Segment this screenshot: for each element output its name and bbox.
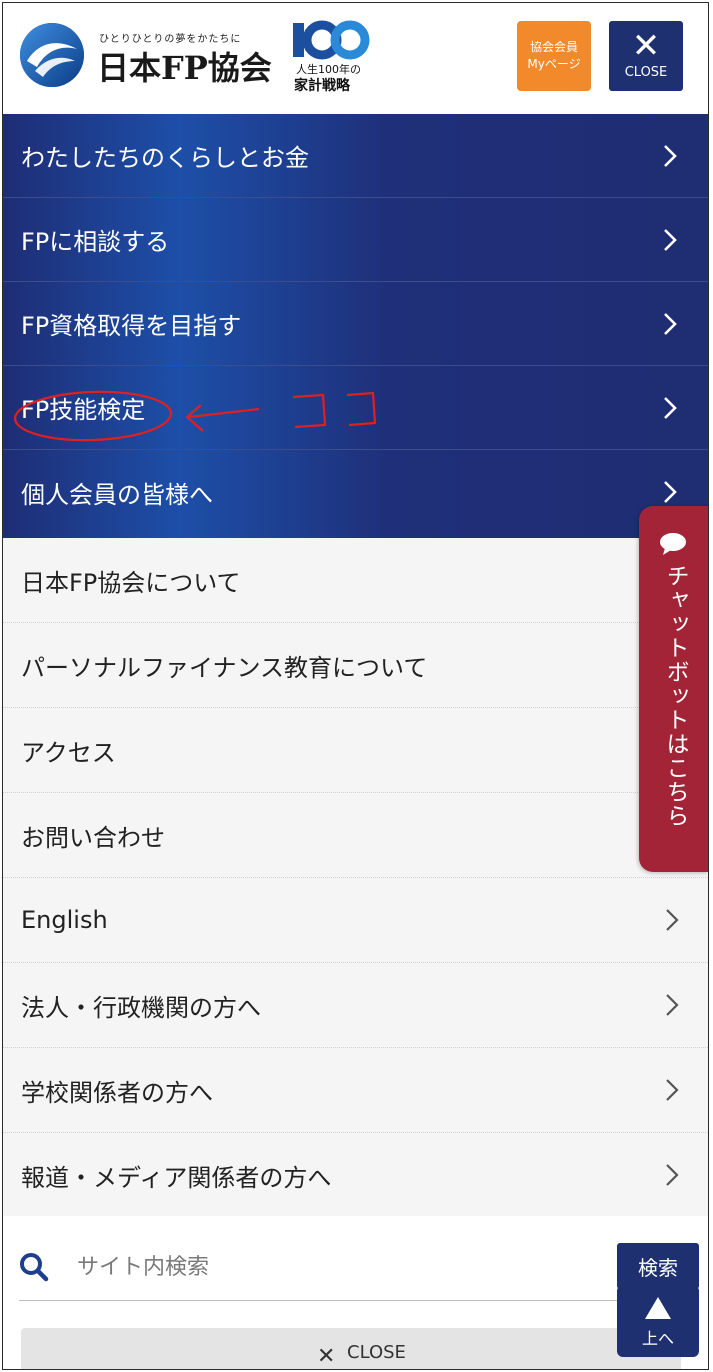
- search-underline: [19, 1300, 687, 1301]
- nav-item-label: 個人会員の皆様へ: [21, 480, 213, 509]
- nav-item-qualification[interactable]: FP資格取得を目指す: [3, 282, 708, 366]
- secondary-nav: 日本FP協会について パーソナルファイナンス教育について アクセス お問い合わせ…: [3, 538, 708, 1218]
- member-btn-line2: Myページ: [527, 57, 581, 71]
- chevron-right-icon: [664, 144, 677, 167]
- chevron-right-icon: [666, 1164, 679, 1186]
- chevron-right-icon: [666, 909, 679, 931]
- bottom-close-label: CLOSE: [347, 1342, 406, 1363]
- chevron-right-icon: [664, 228, 677, 251]
- nav-item-label: English: [21, 906, 108, 934]
- chevron-right-icon: [666, 994, 679, 1016]
- search-input[interactable]: [75, 1246, 599, 1288]
- nav-item-media[interactable]: 報道・メディア関係者の方へ: [3, 1133, 708, 1218]
- member-mypage-button[interactable]: 協会会員 Myページ: [517, 21, 591, 91]
- fp-association-logo-icon[interactable]: [17, 21, 87, 89]
- chevron-right-icon: [664, 481, 677, 503]
- nav-item-kurashi[interactable]: わたしたちのくらしとお金: [3, 114, 708, 198]
- close-menu-button[interactable]: ✕ CLOSE: [609, 21, 683, 91]
- nav-item-access[interactable]: アクセス: [3, 708, 708, 793]
- chevron-right-icon: [664, 396, 677, 419]
- close-label: CLOSE: [624, 65, 668, 80]
- nav-item-label: FP資格取得を目指す: [21, 312, 242, 340]
- search-button[interactable]: 検索: [617, 1243, 699, 1289]
- nav-item-label: 日本FP協会について: [21, 568, 241, 597]
- up-arrow-icon: [645, 1297, 671, 1319]
- chatbot-tab[interactable]: チャットボットはこちら: [639, 506, 708, 872]
- nav-item-label: アクセス: [21, 738, 116, 767]
- close-icon: ✕: [631, 26, 661, 66]
- nav-item-consult[interactable]: FPに相談する: [3, 198, 708, 282]
- back-to-top-button[interactable]: 上へ: [617, 1285, 699, 1357]
- chevron-right-icon: [664, 312, 677, 335]
- nav-item-label: 報道・メディア関係者の方へ: [21, 1163, 332, 1192]
- nav-item-members[interactable]: 個人会員の皆様へ: [3, 450, 708, 534]
- nav-item-education[interactable]: パーソナルファイナンス教育について: [3, 623, 708, 708]
- nav-item-school[interactable]: 学校関係者の方へ: [3, 1048, 708, 1133]
- nav-item-label: わたしたちのくらしとお金: [21, 144, 309, 172]
- header: ひとりひとりの夢をかたちに 日本FP協会 人生100年の 家計戦略 協会会員 M…: [3, 3, 708, 114]
- nav-item-label: FPに相談する: [21, 228, 170, 256]
- nav-item-skill-test[interactable]: FP技能検定: [3, 366, 708, 450]
- nav-item-corporate[interactable]: 法人・行政機関の方へ: [3, 963, 708, 1048]
- nav-item-contact[interactable]: お問い合わせ: [3, 793, 708, 878]
- chatbot-label: チャットボットはこちら: [662, 564, 688, 828]
- nav-item-label: お問い合わせ: [21, 823, 165, 852]
- nav-item-label: 学校関係者の方へ: [21, 1078, 213, 1107]
- site-search: 検索: [3, 1216, 708, 1316]
- primary-nav: わたしたちのくらしとお金 FPに相談する FP資格取得を目指す FP技能検定 個…: [3, 114, 708, 538]
- close-icon: ✕: [317, 1344, 336, 1369]
- search-icon: [20, 1253, 49, 1282]
- nav-item-label: FP技能検定: [21, 396, 146, 424]
- nav-item-english[interactable]: English: [3, 878, 708, 963]
- back-to-top-label: 上へ: [641, 1329, 674, 1348]
- badge-line2: 家計戦略: [294, 78, 350, 94]
- speech-bubble-icon: [660, 533, 686, 555]
- nav-item-about[interactable]: 日本FP協会について: [3, 538, 708, 623]
- nav-item-label: パーソナルファイナンス教育について: [21, 653, 428, 682]
- member-btn-line1: 協会会員: [529, 40, 578, 54]
- org-name[interactable]: 日本FP協会: [97, 43, 272, 89]
- chevron-right-icon: [666, 1079, 679, 1101]
- menu-screen: ひとりひとりの夢をかたちに 日本FP協会 人生100年の 家計戦略 協会会員 M…: [2, 2, 709, 1370]
- nav-item-label: 法人・行政機関の方へ: [21, 993, 261, 1022]
- bottom-close-button[interactable]: ✕ CLOSE: [21, 1328, 681, 1369]
